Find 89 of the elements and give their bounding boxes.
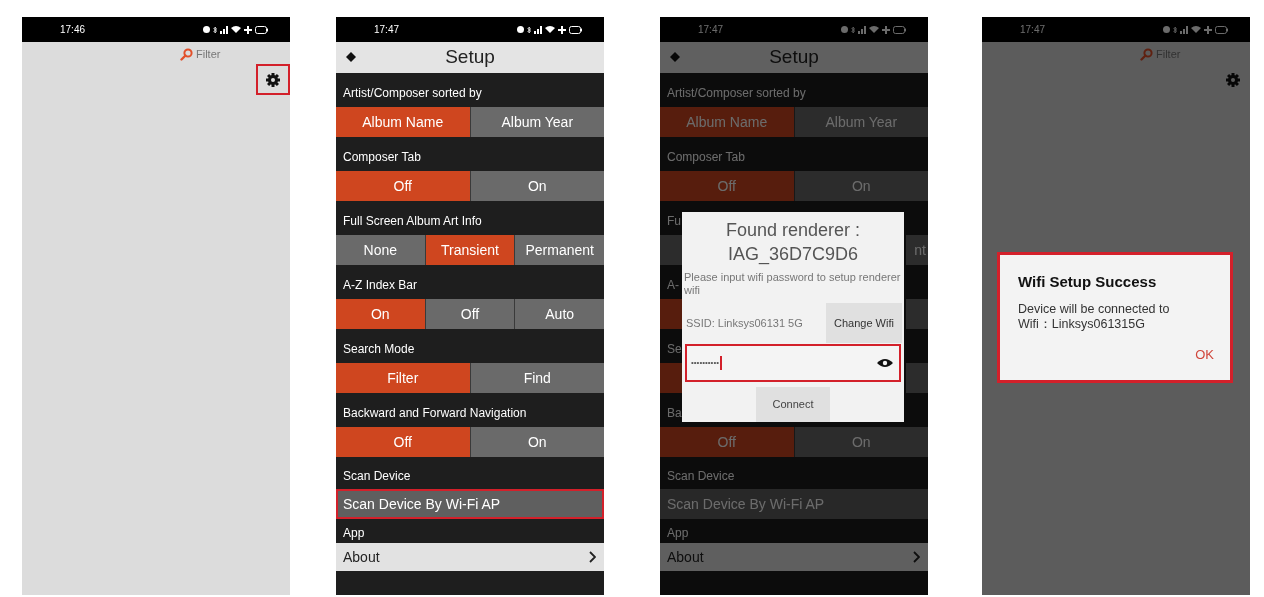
airplane-icon (882, 25, 890, 34)
segment-option[interactable]: Off (660, 171, 794, 201)
section-label: A-Z Index Bar (343, 277, 418, 294)
dialog-message: Device will be connected to Wifi：Linksys061315G (1018, 301, 1171, 332)
search-icon (1140, 47, 1153, 61)
section-label: Ba (667, 405, 682, 422)
segment-option[interactable]: Off (660, 427, 794, 457)
segment-option[interactable]: Off (336, 427, 470, 457)
section-label: Se (667, 341, 682, 358)
section-label: Search Mode (343, 341, 415, 358)
wifi-icon (1191, 26, 1201, 33)
battery-icon (255, 25, 268, 34)
airplane-icon (558, 25, 566, 34)
segment-option[interactable]: On (469, 171, 604, 201)
section-label: Artist/Composer sorted by (343, 85, 482, 102)
section-label: Backward and Forward Navigation (343, 405, 527, 422)
segment-option[interactable]: Album Name (336, 107, 470, 137)
segment-option[interactable]: Off (336, 171, 470, 201)
bluetooth-icon (851, 25, 855, 34)
segment-option[interactable]: Album Name (660, 107, 794, 137)
chevron-icon (589, 551, 596, 563)
signal-icon (858, 25, 866, 34)
search-filter[interactable]: Filter (180, 46, 221, 63)
segment-option[interactable]: Auto (514, 299, 604, 329)
segment-option[interactable]: None (336, 235, 425, 265)
segment-option[interactable]: Filter (336, 363, 470, 393)
password-field[interactable]: •••••••••• (685, 344, 901, 382)
segment-option[interactable]: Off (424, 299, 515, 329)
battery-icon (1215, 25, 1228, 34)
notification-icon (1163, 26, 1170, 33)
signal-icon (220, 25, 228, 34)
dialog-message: Please input wifi password to setup renderer wifi (684, 271, 902, 297)
notification-icon (841, 26, 848, 33)
dialog-title: Found renderer : IAG_36D7C9D6 (724, 219, 862, 266)
status-time: 17:47 (374, 23, 400, 37)
eye-icon[interactable] (877, 358, 893, 368)
list-item[interactable]: About (336, 543, 604, 571)
section-label: Composer Tab (667, 149, 745, 166)
section-label: Fu (667, 213, 681, 230)
section-label: Scan Device (343, 468, 411, 485)
bluetooth-icon (527, 25, 531, 34)
password-value: •••••••••• (691, 356, 722, 370)
screen-title: Setup (445, 45, 495, 70)
ssid-text: SSID: Linksys06131 5G (685, 315, 803, 331)
segment-option[interactable]: Transient (424, 235, 515, 265)
section-label: Full Screen Album Art Info (343, 213, 482, 230)
status-time: 17:46 (60, 23, 86, 37)
section-label: A- (667, 277, 679, 294)
section-label: Composer Tab (343, 149, 421, 166)
segment-option[interactable]: On (336, 299, 425, 329)
signal-icon (1180, 25, 1188, 34)
status-time: 17:47 (1020, 23, 1046, 37)
settings-icon (1226, 72, 1240, 87)
settings-button[interactable] (256, 64, 290, 95)
list-item[interactable]: Scan Device By Wi-Fi AP (660, 489, 928, 519)
signal-icon (534, 25, 542, 34)
battery-icon (893, 25, 906, 34)
section-label: App (667, 525, 689, 542)
notification-icon (517, 26, 524, 33)
change-wifi-button[interactable]: Change Wifi (826, 303, 902, 343)
segment-option[interactable]: On (469, 427, 604, 457)
dialog-title: Wifi Setup Success (1018, 272, 1158, 292)
chevron-icon (913, 551, 920, 563)
segment-option[interactable]: Permanent (514, 235, 604, 265)
airplane-icon (244, 25, 252, 34)
list-item[interactable]: Scan Device By Wi-Fi AP (336, 489, 604, 519)
wifi-icon (231, 26, 241, 33)
status-time: 17:47 (698, 23, 724, 37)
item-label: About (667, 547, 704, 567)
list-item[interactable]: About (660, 543, 928, 571)
section-label: App (343, 525, 365, 542)
wifi-icon (545, 26, 555, 33)
search-icon (180, 47, 193, 61)
wifi-icon (869, 26, 879, 33)
section-label: Artist/Composer sorted by (667, 85, 806, 102)
settings-icon (266, 72, 280, 87)
connect-button[interactable]: Connect (756, 387, 830, 422)
item-label: About (343, 547, 380, 567)
section-label: Scan Device (667, 468, 735, 485)
screen-title: Setup (769, 45, 819, 70)
back-icon[interactable] (346, 52, 356, 62)
notification-icon (203, 26, 210, 33)
battery-icon (569, 25, 582, 34)
segment-option[interactable]: Album Year (469, 107, 604, 137)
bluetooth-icon (1173, 25, 1177, 34)
ok-button[interactable]: OK (1195, 344, 1214, 364)
segment-option[interactable]: Find (469, 363, 604, 393)
airplane-icon (1204, 25, 1212, 34)
bluetooth-icon (213, 25, 217, 34)
